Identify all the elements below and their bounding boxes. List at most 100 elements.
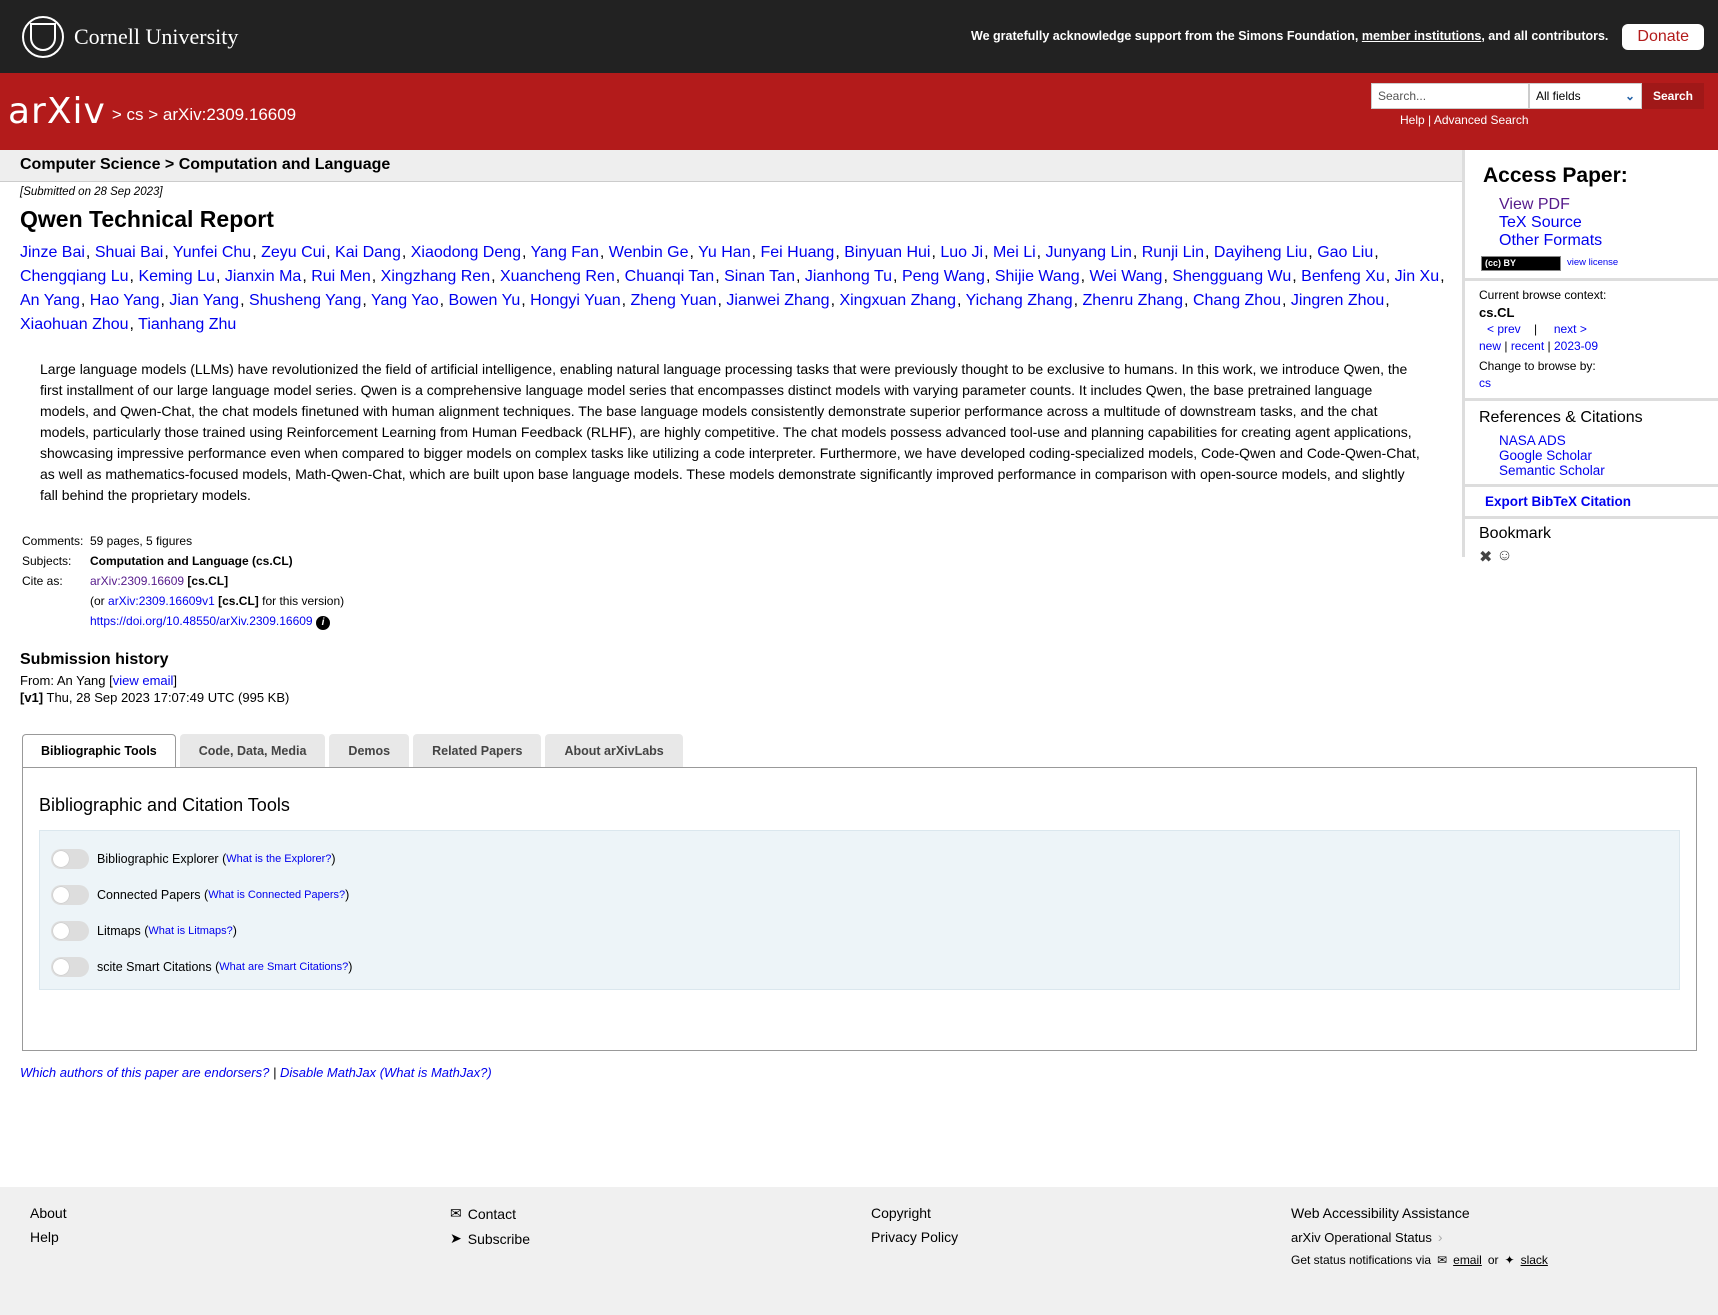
author-link[interactable]: Jianhong Tu	[805, 268, 892, 285]
author-link[interactable]: Luo Ji	[940, 244, 983, 261]
nasa-ads-link[interactable]: NASA ADS	[1499, 433, 1706, 448]
disable-mathjax-link[interactable]: Disable MathJax	[280, 1065, 376, 1080]
author-link[interactable]: Kai Dang	[335, 244, 401, 261]
author-link[interactable]: Jin Xu	[1395, 268, 1439, 285]
author-link[interactable]: Jinze Bai	[20, 244, 85, 261]
author-link[interactable]: Keming Lu	[138, 268, 215, 285]
view-pdf-link[interactable]: View PDF	[1499, 196, 1706, 214]
about-link[interactable]: About	[30, 1205, 67, 1221]
author-link[interactable]: Jianwei Zhang	[726, 292, 829, 309]
author-link[interactable]: Yunfei Chu	[173, 244, 251, 261]
cite-v1-link[interactable]: arXiv:2309.16609v1	[108, 594, 215, 608]
author-link[interactable]: Hao Yang	[90, 292, 160, 309]
breadcrumb[interactable]: > cs > arXiv:2309.16609	[112, 105, 296, 125]
author-link[interactable]: Fei Huang	[760, 244, 834, 261]
author-link[interactable]: Zeyu Cui	[261, 244, 325, 261]
status-email-link[interactable]: email	[1453, 1253, 1482, 1267]
author-link[interactable]: Junyang Lin	[1046, 244, 1132, 261]
author-link[interactable]: Hongyi Yuan	[530, 292, 620, 309]
status-slack-link[interactable]: slack	[1521, 1253, 1548, 1267]
search-field-select[interactable]: All fields ⌄	[1529, 83, 1642, 109]
other-formats-link[interactable]: Other Formats	[1499, 232, 1706, 250]
author-link[interactable]: Yichang Zhang	[966, 292, 1073, 309]
bibsonomy-icon[interactable]: ✖	[1479, 547, 1492, 567]
author-link[interactable]: Xiaodong Deng	[411, 244, 521, 261]
export-bibtex-link[interactable]: Export BibTeX Citation	[1485, 494, 1631, 509]
scite-toggle[interactable]	[51, 957, 89, 977]
donate-button[interactable]: Donate	[1622, 23, 1704, 50]
semantic-scholar-link[interactable]: Semantic Scholar	[1499, 463, 1706, 478]
author-link[interactable]: Benfeng Xu	[1301, 268, 1385, 285]
author-link[interactable]: Jian Yang	[169, 292, 239, 309]
privacy-link[interactable]: Privacy Policy	[871, 1229, 958, 1245]
author-link[interactable]: Jingren Zhou	[1291, 292, 1384, 309]
author-link[interactable]: Jianxin Ma	[225, 268, 301, 285]
footer-help-link[interactable]: Help	[30, 1229, 59, 1245]
litmaps-help-link[interactable]: What is Litmaps?	[148, 925, 232, 937]
author-link[interactable]: Xuancheng Ren	[500, 268, 615, 285]
browse-cs-link[interactable]: cs	[1479, 376, 1491, 390]
member-institutions-link[interactable]: member institutions	[1362, 29, 1481, 43]
help-link[interactable]: Help	[1400, 113, 1425, 127]
author-link[interactable]: Runji Lin	[1142, 244, 1204, 261]
endorsers-link[interactable]: Which authors of this paper are endorser…	[20, 1065, 269, 1080]
month-link[interactable]: 2023-09	[1554, 339, 1598, 353]
next-link[interactable]: next >	[1554, 322, 1587, 336]
author-link[interactable]: Zheng Yuan	[630, 292, 716, 309]
author-link[interactable]: Shusheng Yang	[249, 292, 361, 309]
author-link[interactable]: Xingzhang Ren	[381, 268, 490, 285]
tab-related-papers[interactable]: Related Papers	[413, 734, 542, 767]
google-scholar-link[interactable]: Google Scholar	[1499, 448, 1706, 463]
author-link[interactable]: Sinan Tan	[724, 268, 795, 285]
author-link[interactable]: Zhenru Zhang	[1083, 292, 1184, 309]
author-link[interactable]: Shuai Bai	[95, 244, 164, 261]
cc-license-icon[interactable]: (cc) BY	[1481, 255, 1561, 271]
what-mathjax-link[interactable]: (What is MathJax?)	[380, 1065, 492, 1080]
author-link[interactable]: Xingxuan Zhang	[839, 292, 956, 309]
author-link[interactable]: Mei Li	[993, 244, 1036, 261]
author-link[interactable]: Dayiheng Liu	[1214, 244, 1307, 261]
doi-link[interactable]: https://doi.org/10.48550/arXiv.2309.1660…	[90, 614, 313, 628]
author-link[interactable]: Wenbin Ge	[609, 244, 689, 261]
author-link[interactable]: Xiaohuan Zhou	[20, 316, 129, 333]
search-button[interactable]: Search	[1642, 83, 1704, 109]
author-link[interactable]: Yu Han	[698, 244, 750, 261]
view-email-link[interactable]: view email	[113, 673, 174, 688]
recent-link[interactable]: recent	[1511, 339, 1544, 353]
tab-code-data-media[interactable]: Code, Data, Media	[179, 734, 326, 767]
tab-about-arxivlabs[interactable]: About arXivLabs	[545, 734, 683, 767]
author-link[interactable]: Binyuan Hui	[844, 244, 930, 261]
contact-link[interactable]: Contact	[468, 1206, 516, 1222]
advanced-search-link[interactable]: Advanced Search	[1434, 113, 1529, 127]
explorer-toggle[interactable]	[51, 849, 89, 869]
author-link[interactable]: Chang Zhou	[1193, 292, 1281, 309]
author-link[interactable]: Yang Fan	[531, 244, 599, 261]
tab-demos[interactable]: Demos	[329, 734, 410, 767]
author-link[interactable]: Chengqiang Lu	[20, 268, 129, 285]
author-link[interactable]: Tianhang Zhu	[138, 316, 236, 333]
connected-papers-toggle[interactable]	[51, 885, 89, 905]
author-link[interactable]: Yang Yao	[371, 292, 439, 309]
connected-papers-help-link[interactable]: What is Connected Papers?	[208, 889, 345, 901]
author-link[interactable]: Bowen Yu	[448, 292, 520, 309]
cornell-logo[interactable]: Cornell University	[22, 15, 238, 58]
explorer-help-link[interactable]: What is the Explorer?	[226, 853, 331, 865]
reddit-icon[interactable]: ☺	[1496, 547, 1512, 567]
author-link[interactable]: Rui Men	[311, 268, 371, 285]
cite-link[interactable]: arXiv:2309.16609	[90, 574, 184, 588]
scite-help-link[interactable]: What are Smart Citations?	[219, 961, 348, 973]
author-link[interactable]: Shengguang Wu	[1172, 268, 1291, 285]
accessibility-link[interactable]: Web Accessibility Assistance	[1291, 1205, 1470, 1221]
author-link[interactable]: Wei Wang	[1090, 268, 1163, 285]
info-icon[interactable]: i	[315, 616, 330, 630]
author-link[interactable]: Chuanqi Tan	[625, 268, 715, 285]
tex-source-link[interactable]: TeX Source	[1499, 214, 1706, 232]
litmaps-toggle[interactable]	[51, 921, 89, 941]
author-link[interactable]: Gao Liu	[1317, 244, 1373, 261]
author-link[interactable]: An Yang	[20, 292, 80, 309]
author-link[interactable]: Shijie Wang	[995, 268, 1080, 285]
search-input[interactable]: Search...	[1371, 83, 1529, 109]
copyright-link[interactable]: Copyright	[871, 1205, 931, 1221]
new-link[interactable]: new	[1479, 339, 1501, 353]
status-link[interactable]: arXiv Operational Status	[1291, 1230, 1432, 1245]
